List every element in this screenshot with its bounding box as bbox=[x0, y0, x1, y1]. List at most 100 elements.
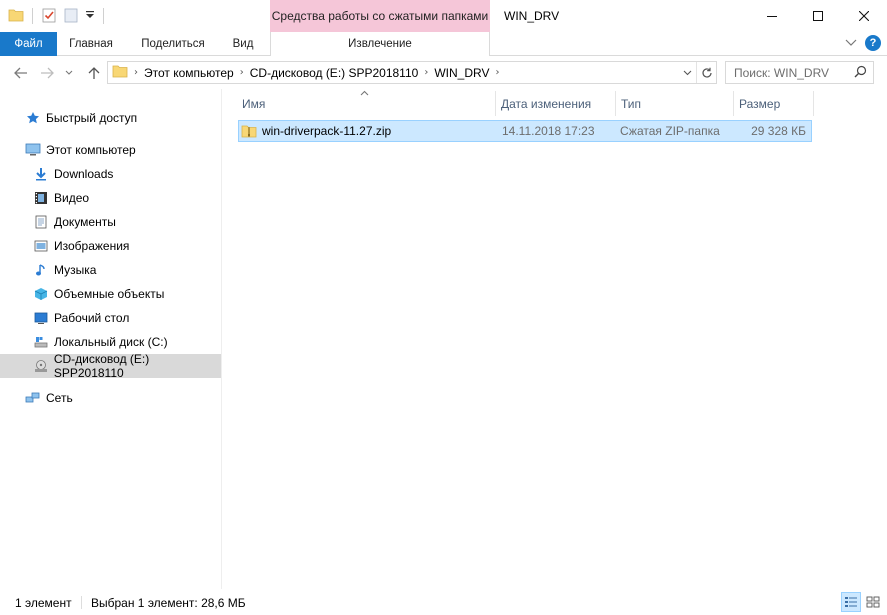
column-headers: Имя Дата изменения Тип Размер bbox=[237, 91, 814, 116]
title-bar: Средства работы со сжатыми папками WIN_D… bbox=[0, 0, 887, 32]
search-input[interactable] bbox=[734, 65, 846, 80]
close-button[interactable] bbox=[841, 0, 887, 31]
tab-view[interactable]: Вид bbox=[226, 32, 260, 56]
column-header-type[interactable]: Тип bbox=[616, 91, 734, 116]
sidebar-item-label: Локальный диск (C:) bbox=[54, 335, 168, 349]
breadcrumb-win-drv[interactable]: WIN_DRV bbox=[434, 66, 489, 80]
sidebar-item-label: Быстрый доступ bbox=[46, 111, 138, 125]
status-divider bbox=[81, 596, 82, 609]
ribbon-right-controls: ? bbox=[845, 35, 881, 51]
qat-customize-icon[interactable] bbox=[85, 9, 95, 24]
navigation-pane: Быстрый доступ Этот компьютер Downloads … bbox=[0, 89, 222, 589]
sidebar-item-label: Изображения bbox=[54, 239, 130, 253]
sidebar-item-this-pc[interactable]: Этот компьютер bbox=[0, 138, 221, 162]
sidebar-item-documents[interactable]: Документы bbox=[0, 210, 221, 234]
cube-icon bbox=[32, 286, 50, 302]
tab-file[interactable]: Файл bbox=[0, 32, 57, 56]
file-list: Имя Дата изменения Тип Размер win-driver… bbox=[223, 89, 887, 589]
sidebar-item-3d-objects[interactable]: Объемные объекты bbox=[0, 282, 221, 306]
zip-folder-icon bbox=[241, 123, 257, 139]
file-size: 29 328 КБ bbox=[751, 124, 806, 138]
search-box[interactable] bbox=[725, 61, 874, 84]
column-header-size[interactable]: Размер bbox=[734, 91, 814, 116]
computer-icon bbox=[24, 142, 42, 158]
column-header-date[interactable]: Дата изменения bbox=[496, 91, 616, 116]
music-note-icon bbox=[32, 262, 50, 278]
address-bar[interactable]: › Этот компьютер › CD-дисковод (E:) SPP2… bbox=[107, 61, 717, 84]
back-button[interactable] bbox=[11, 63, 31, 83]
navigation-bar: › Этот компьютер › CD-дисковод (E:) SPP2… bbox=[0, 57, 887, 89]
item-count: 1 элемент bbox=[15, 595, 72, 610]
breadcrumb: › Этот компьютер › CD-дисковод (E:) SPP2… bbox=[108, 64, 678, 81]
sidebar-item-quick-access[interactable]: Быстрый доступ bbox=[0, 106, 221, 130]
recent-locations-button[interactable] bbox=[62, 63, 76, 83]
window-title: WIN_DRV bbox=[504, 9, 560, 23]
cd-drive-icon bbox=[32, 358, 50, 374]
help-icon[interactable]: ? bbox=[865, 35, 881, 51]
sidebar-item-label: Музыка bbox=[54, 263, 97, 277]
star-icon bbox=[24, 110, 42, 126]
sidebar-item-local-disk-c[interactable]: Локальный диск (C:) bbox=[0, 330, 221, 354]
selection-info: Выбран 1 элемент: 28,6 МБ bbox=[91, 595, 246, 610]
qat-divider bbox=[103, 8, 104, 24]
table-row[interactable]: win-driverpack-11.27.zip 14.11.2018 17:2… bbox=[238, 120, 812, 142]
picture-icon bbox=[32, 238, 50, 254]
sidebar-item-pictures[interactable]: Изображения bbox=[0, 234, 221, 258]
document-icon bbox=[32, 214, 50, 230]
properties-icon[interactable] bbox=[41, 7, 57, 26]
search-icon[interactable] bbox=[854, 65, 867, 82]
breadcrumb-cd-drive[interactable]: CD-дисковод (E:) SPP2018110 bbox=[250, 66, 419, 80]
minimize-button[interactable] bbox=[749, 0, 795, 31]
download-arrow-icon bbox=[32, 166, 50, 182]
sidebar-item-network[interactable]: Сеть bbox=[0, 386, 221, 410]
file-date: 14.11.2018 17:23 bbox=[502, 124, 595, 138]
file-type: Сжатая ZIP-папка bbox=[620, 124, 720, 138]
file-name-cell[interactable]: win-driverpack-11.27.zip bbox=[239, 121, 496, 141]
sidebar-item-label: Рабочий стол bbox=[54, 311, 130, 325]
sidebar-item-label: Этот компьютер bbox=[46, 143, 136, 157]
film-icon bbox=[32, 190, 50, 206]
sidebar-item-video[interactable]: Видео bbox=[0, 186, 221, 210]
chevron-right-icon[interactable]: › bbox=[495, 67, 499, 78]
tab-home[interactable]: Главная bbox=[62, 32, 120, 56]
new-folder-icon[interactable] bbox=[63, 7, 79, 26]
network-icon bbox=[24, 390, 42, 406]
tab-share[interactable]: Поделиться bbox=[134, 32, 212, 56]
details-view-button[interactable] bbox=[841, 592, 861, 612]
sidebar-item-label: Объемные объекты bbox=[54, 287, 165, 301]
tab-extract[interactable]: Извлечение bbox=[270, 32, 490, 56]
expand-ribbon-icon[interactable] bbox=[845, 36, 857, 50]
sidebar-item-label: Сеть bbox=[46, 391, 73, 405]
sidebar-item-downloads[interactable]: Downloads bbox=[0, 162, 221, 186]
status-bar: 1 элемент Выбран 1 элемент: 28,6 МБ bbox=[0, 590, 887, 615]
file-name: win-driverpack-11.27.zip bbox=[262, 124, 392, 138]
window-controls bbox=[749, 0, 887, 31]
chevron-right-icon[interactable]: › bbox=[134, 67, 138, 78]
quick-access-toolbar bbox=[8, 6, 106, 26]
column-header-name[interactable]: Имя bbox=[237, 91, 496, 116]
hard-drive-icon bbox=[32, 334, 50, 350]
desktop-icon bbox=[32, 310, 50, 326]
large-icons-view-button[interactable] bbox=[863, 592, 883, 612]
folder-icon[interactable] bbox=[8, 7, 24, 26]
contextual-tab-group: Средства работы со сжатыми папками bbox=[270, 0, 490, 32]
sidebar-item-cd-drive-e[interactable]: CD-дисковод (E:) SPP2018110 bbox=[0, 352, 221, 380]
ribbon-tabs: Файл Главная Поделиться Вид Извлечение ? bbox=[0, 32, 887, 56]
sidebar-item-label: Downloads bbox=[54, 167, 114, 181]
chevron-right-icon[interactable]: › bbox=[240, 67, 244, 78]
sidebar-item-label: Видео bbox=[54, 191, 90, 205]
breadcrumb-this-pc[interactable]: Этот компьютер bbox=[144, 66, 234, 80]
sidebar-item-label: Документы bbox=[54, 215, 116, 229]
address-history-dropdown[interactable] bbox=[678, 62, 696, 83]
sidebar-item-music[interactable]: Музыка bbox=[0, 258, 221, 282]
refresh-button[interactable] bbox=[696, 62, 716, 83]
qat-divider bbox=[32, 8, 33, 24]
sidebar-item-desktop[interactable]: Рабочий стол bbox=[0, 306, 221, 330]
view-switcher bbox=[841, 592, 883, 612]
maximize-button[interactable] bbox=[795, 0, 841, 31]
chevron-right-icon[interactable]: › bbox=[424, 67, 428, 78]
sidebar-item-label: CD-дисковод (E:) SPP2018110 bbox=[53, 352, 150, 380]
up-button[interactable] bbox=[84, 63, 104, 83]
forward-button[interactable] bbox=[37, 63, 57, 83]
folder-icon bbox=[112, 64, 128, 81]
